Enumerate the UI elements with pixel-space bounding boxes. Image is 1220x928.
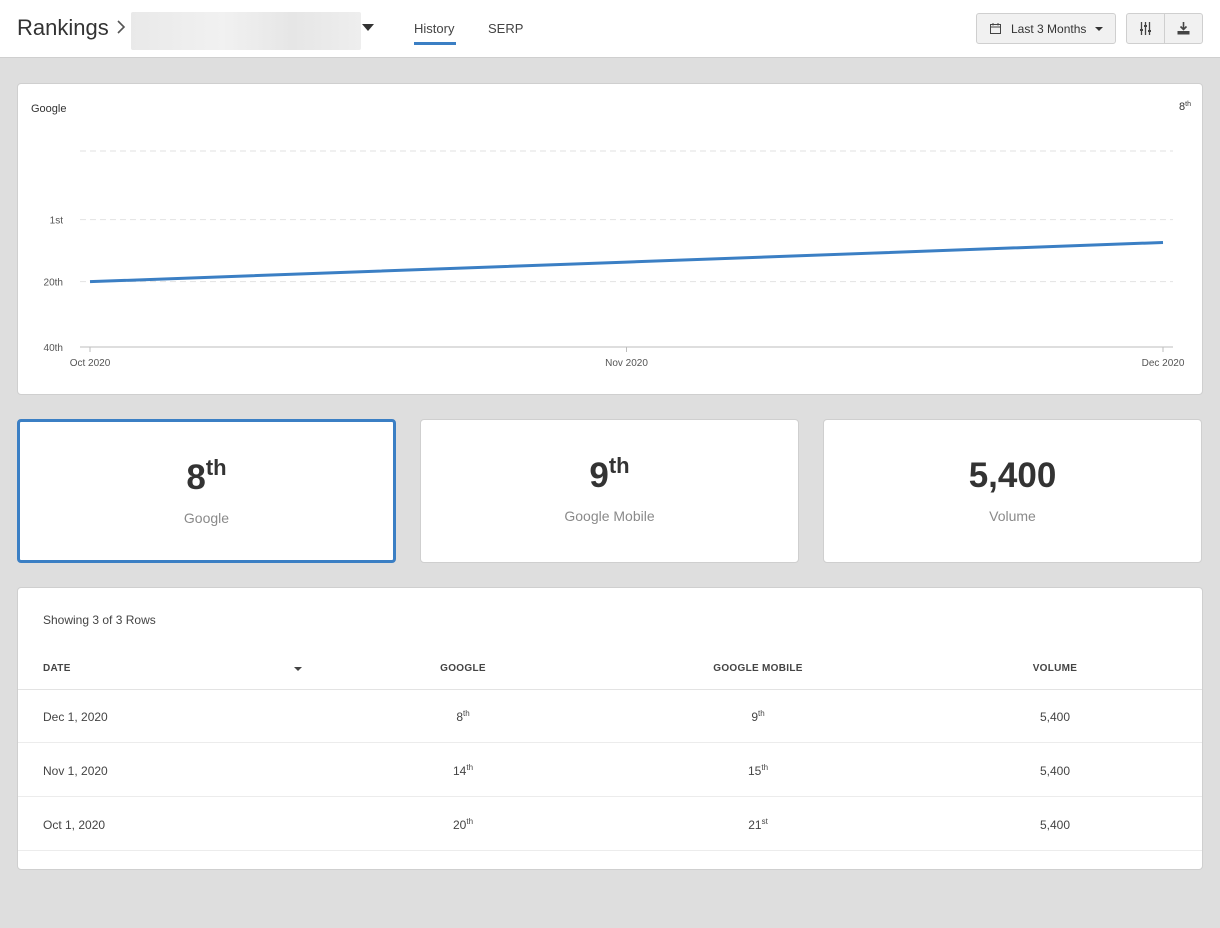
table-row: Dec 1, 2020 8th 9th 5,400 <box>18 689 1202 743</box>
cell-date: Oct 1, 2020 <box>43 818 106 832</box>
stat-card-google-mobile[interactable]: 9th Google Mobile <box>420 419 799 563</box>
stat-label: Google <box>183 510 230 526</box>
row-count-label: Showing 3 of 3 Rows <box>43 613 156 627</box>
rankings-table: Showing 3 of 3 Rows DATE GOOGLE GOOGLE M… <box>17 587 1203 870</box>
chart-current-rank: 8th <box>1179 101 1191 113</box>
stat-label: Volume <box>989 508 1036 524</box>
sliders-icon <box>1140 22 1151 35</box>
cell-google: 14th <box>452 763 474 778</box>
x-axis: Oct 2020 Nov 2020 Dec 2020 <box>70 347 1185 369</box>
toolbar-button-group <box>1126 13 1203 44</box>
cell-google: 8th <box>456 709 470 724</box>
caret-down-icon[interactable] <box>362 24 374 31</box>
rank-history-chart: Google 8th 1st 20th 40th Oct 2020 Nov 2020 D… <box>17 83 1203 395</box>
cell-google-mobile: 9th <box>751 709 765 724</box>
sort-desc-icon[interactable] <box>294 667 302 671</box>
y-tick-label: 40th <box>44 343 63 354</box>
table-row: Nov 1, 2020 14th 15th 5,400 <box>18 743 1202 797</box>
columns-button[interactable] <box>1127 14 1164 43</box>
stat-label: Google Mobile <box>564 508 655 524</box>
column-header-google-mobile[interactable]: GOOGLE MOBILE <box>698 663 818 674</box>
series-line-google[interactable] <box>89 240 1164 284</box>
y-axis: 1st 20th 40th <box>44 216 64 354</box>
x-tick-label: Oct 2020 <box>70 358 111 369</box>
x-tick-label: Nov 2020 <box>605 358 648 369</box>
stat-card-google[interactable]: 8th Google <box>17 419 396 563</box>
chart-series <box>89 240 1164 284</box>
chevron-right-icon <box>117 20 126 34</box>
stat-value: 9th <box>589 453 630 495</box>
stat-value: 5,400 <box>968 456 1057 495</box>
column-header-google[interactable]: GOOGLE <box>403 663 523 674</box>
date-range-label: Last 3 Months <box>1011 22 1087 36</box>
cell-google: 20th <box>452 817 474 832</box>
keyword-selector[interactable] <box>131 12 361 50</box>
calendar-icon <box>990 23 1001 34</box>
stat-value: 8th <box>186 455 227 497</box>
stat-card-volume[interactable]: 5,400 Volume <box>823 419 1202 563</box>
cell-volume: 5,400 <box>1039 710 1071 724</box>
active-tab-indicator <box>414 42 456 45</box>
date-range-button[interactable]: Last 3 Months <box>976 13 1116 44</box>
y-tick-label: 1st <box>50 216 64 227</box>
cell-volume: 5,400 <box>1039 764 1071 778</box>
cell-volume: 5,400 <box>1039 818 1071 832</box>
table-header: DATE GOOGLE GOOGLE MOBILE VOLUME <box>18 658 1202 690</box>
table-row: Oct 1, 2020 20th 21st 5,400 <box>18 797 1202 851</box>
cell-date: Dec 1, 2020 <box>43 710 108 724</box>
download-icon <box>1177 22 1190 35</box>
top-bar: Rankings History SERP Last 3 Months <box>0 0 1220 58</box>
chart-series-label: Google <box>31 103 66 115</box>
column-header-volume[interactable]: VOLUME <box>995 663 1115 674</box>
cell-google-mobile: 15th <box>747 763 769 778</box>
line-chart: Google 8th 1st 20th 40th Oct 2020 Nov 2020 D… <box>31 101 1191 369</box>
tab-history[interactable]: History <box>414 21 454 36</box>
y-tick-label: 20th <box>44 278 63 289</box>
page-title: Rankings <box>17 15 109 40</box>
column-header-date[interactable]: DATE <box>43 663 71 674</box>
x-tick-label: Dec 2020 <box>1142 358 1185 369</box>
cell-google-mobile: 21st <box>748 817 768 832</box>
caret-down-icon <box>1095 27 1103 31</box>
cell-date: Nov 1, 2020 <box>43 764 108 778</box>
tab-serp[interactable]: SERP <box>488 21 523 36</box>
download-button[interactable] <box>1165 14 1202 43</box>
